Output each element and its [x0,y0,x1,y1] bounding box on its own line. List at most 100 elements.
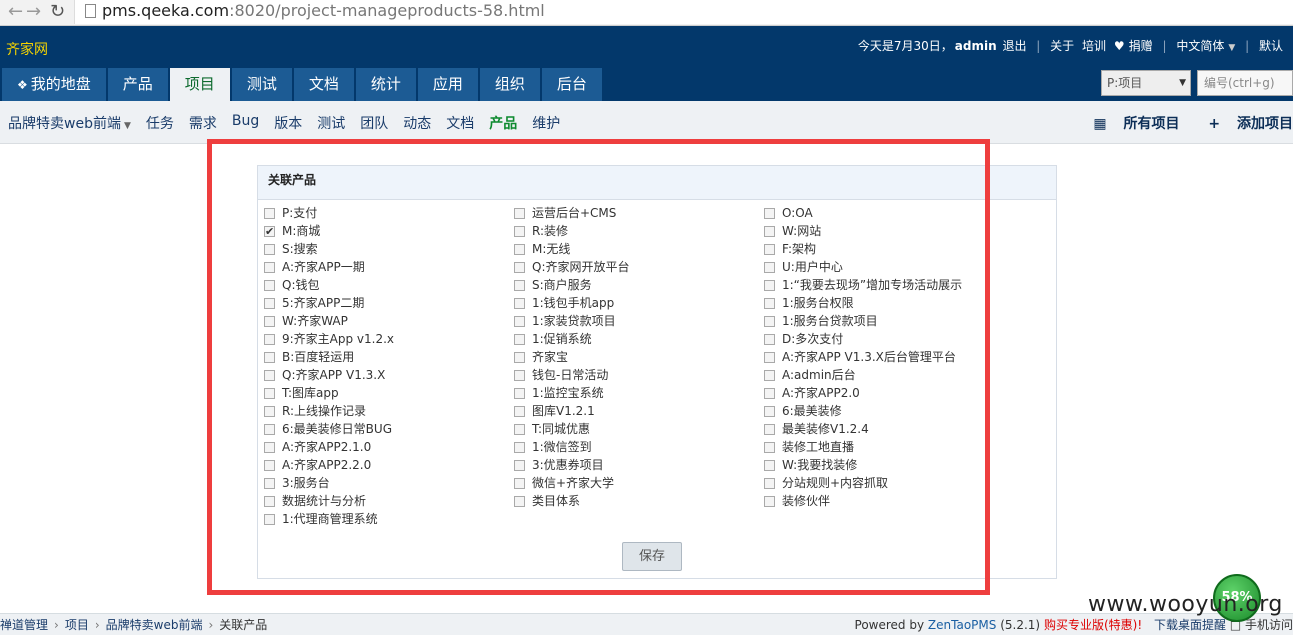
logout-link[interactable]: 退出 [1002,39,1026,53]
product-checkbox-row[interactable]: A:齐家APP2.1.0 [264,438,514,456]
product-checkbox-row[interactable]: W:网站 [764,222,1014,240]
breadcrumb-item[interactable]: 项目 [65,618,89,632]
brand-logo[interactable]: 齐家网 [6,39,48,59]
product-checkbox[interactable] [264,513,275,525]
language-switch[interactable]: 中文简体 [1176,39,1224,53]
product-checkbox-row[interactable]: Q:钱包 [264,276,514,294]
product-checkbox[interactable] [514,279,525,291]
tab-report[interactable]: 统计 [355,68,416,101]
product-checkbox-row[interactable]: 装修伙伴 [764,492,1014,510]
download-notify-link[interactable]: 下载桌面提醒 [1154,618,1226,632]
product-checkbox[interactable] [514,261,525,273]
product-checkbox[interactable] [264,477,275,489]
product-checkbox[interactable] [764,243,775,255]
product-checkbox-row[interactable]: M:商城 [264,222,514,241]
product-checkbox[interactable] [514,207,525,219]
product-checkbox-row[interactable]: A:齐家APP2.2.0 [264,456,514,474]
product-checkbox[interactable] [514,225,525,237]
product-checkbox[interactable] [264,261,275,273]
product-checkbox-row[interactable]: 图库V1.2.1 [514,402,764,420]
product-checkbox[interactable] [764,225,775,237]
product-checkbox-row[interactable]: T:同城优惠 [514,420,764,438]
breadcrumb-item[interactable]: 品牌特卖web前端 [106,618,203,632]
product-checkbox[interactable] [764,405,775,417]
product-checkbox-row[interactable]: U:用户中心 [764,258,1014,276]
search-type-select[interactable]: P:项目 ▼ [1101,70,1191,96]
sub-nav-team[interactable]: 团队 [360,113,388,133]
product-checkbox[interactable] [764,387,775,399]
product-checkbox[interactable] [264,405,275,417]
product-checkbox[interactable] [264,223,275,241]
product-checkbox-row[interactable]: 微信+齐家大学 [514,474,764,492]
product-checkbox-row[interactable]: D:多次支付 [764,330,1014,348]
sub-nav-build[interactable]: 版本 [274,113,302,133]
mobile-access-link[interactable]: 手机访问 [1245,618,1293,632]
tab-admin[interactable]: 后台 [541,68,602,101]
project-switcher[interactable]: 品牌特卖web前端 ▼ [8,113,131,133]
address-bar[interactable]: pms.qeeka.com:8020/project-manageproduct… [74,0,1293,24]
product-checkbox[interactable] [264,315,275,327]
tab-doc[interactable]: 文档 [293,68,354,101]
product-checkbox-row[interactable]: Q:齐家APP V1.3.X [264,366,514,384]
product-checkbox[interactable] [764,315,775,327]
product-checkbox[interactable] [514,333,525,345]
product-checkbox[interactable] [264,459,275,471]
product-checkbox[interactable] [264,279,275,291]
product-checkbox[interactable] [514,297,525,309]
forward-arrow-icon[interactable]: → [26,2,41,22]
sub-nav-maintain[interactable]: 维护 [532,113,560,133]
product-checkbox-row[interactable]: 6:最美装修 [764,402,1014,420]
product-checkbox-row[interactable]: 最美装修V1.2.4 [764,420,1014,438]
save-button[interactable]: 保存 [622,542,682,571]
product-checkbox[interactable] [514,423,525,435]
product-checkbox[interactable] [264,351,275,363]
product-checkbox[interactable] [264,297,275,309]
tab-company[interactable]: 组织 [479,68,540,101]
product-checkbox-row[interactable]: 1:微信签到 [514,438,764,456]
product-checkbox-row[interactable]: 1:家装贷款项目 [514,312,764,330]
product-checkbox-row[interactable]: 1:代理商管理系统 [264,510,514,528]
product-checkbox[interactable] [514,495,525,507]
product-checkbox-row[interactable]: O:OA [764,204,1014,222]
product-checkbox-row[interactable]: A:admin后台 [764,366,1014,384]
product-checkbox-row[interactable]: R:装修 [514,222,764,240]
product-checkbox-row[interactable]: F:架构 [764,240,1014,258]
product-checkbox-row[interactable]: P:支付 [264,204,514,222]
buy-pro-link[interactable]: 购买专业版(特惠)! [1044,618,1142,632]
breadcrumb-item[interactable]: 禅道管理 [0,618,48,632]
sub-nav-doc[interactable]: 文档 [446,113,474,133]
product-checkbox-row[interactable]: W:齐家WAP [264,312,514,330]
product-checkbox-row[interactable]: 装修工地直播 [764,438,1014,456]
product-checkbox-row[interactable]: M:无线 [514,240,764,258]
product-checkbox[interactable] [764,441,775,453]
sub-nav-bug[interactable]: Bug [232,113,259,133]
product-checkbox-row[interactable]: A:齐家APP2.0 [764,384,1014,402]
product-checkbox-row[interactable]: 齐家宝 [514,348,764,366]
product-checkbox[interactable] [264,243,275,255]
product-checkbox[interactable] [764,459,775,471]
product-checkbox[interactable] [764,477,775,489]
product-checkbox-row[interactable]: R:上线操作记录 [264,402,514,420]
product-checkbox[interactable] [514,441,525,453]
product-checkbox[interactable] [264,369,275,381]
about-link[interactable]: 关于 [1050,39,1074,53]
product-checkbox-row[interactable]: 3:优惠券项目 [514,456,764,474]
product-checkbox[interactable] [264,495,275,507]
product-checkbox[interactable] [764,279,775,291]
product-checkbox[interactable] [514,459,525,471]
tab-app[interactable]: 应用 [417,68,478,101]
product-checkbox-row[interactable]: 3:服务台 [264,474,514,492]
product-checkbox[interactable] [764,351,775,363]
product-checkbox-row[interactable]: 1:促销系统 [514,330,764,348]
product-checkbox[interactable] [514,369,525,381]
sub-nav-product[interactable]: 产品 [489,113,517,133]
sub-nav-test[interactable]: 测试 [317,113,345,133]
search-input[interactable]: 编号(ctrl+g) [1197,70,1293,96]
user-name[interactable]: admin [955,39,997,53]
product-checkbox-row[interactable]: 数据统计与分析 [264,492,514,510]
product-checkbox[interactable] [264,441,275,453]
reload-icon[interactable]: ↻ [50,2,65,22]
product-checkbox[interactable] [264,387,275,399]
product-checkbox[interactable] [514,387,525,399]
sub-nav-task[interactable]: 任务 [146,113,174,133]
